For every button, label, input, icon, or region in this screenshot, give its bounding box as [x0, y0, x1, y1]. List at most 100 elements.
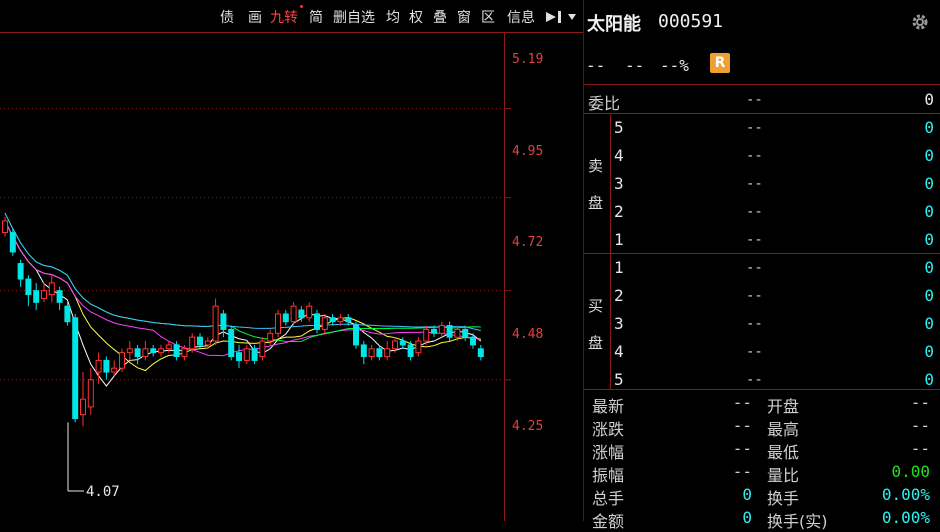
stat-label: 总手 — [592, 489, 625, 508]
toolbar-range[interactable]: 区 — [481, 7, 495, 27]
arrow-right-bar-icon[interactable] — [545, 10, 563, 24]
toolbar-average[interactable]: 均 — [386, 7, 400, 27]
low-price-marker — [67, 422, 84, 492]
kline-chart[interactable] — [0, 33, 583, 521]
candle-body — [17, 263, 24, 280]
buy-volume: 0 — [924, 342, 934, 361]
buy-volume: 0 — [924, 286, 934, 305]
candle-body — [423, 328, 430, 342]
chart-toolbar: 债 画 九转 简 删自选 均 权 叠 窗 区 信息 — [0, 0, 583, 33]
candle-body — [189, 336, 196, 350]
stat-label: 换手 — [767, 489, 800, 508]
toolbar-jiuzhuan[interactable]: 九转 — [270, 7, 298, 27]
stat-label: 涨幅 — [592, 443, 625, 462]
toolbar-remove-favorite[interactable]: 删自选 — [333, 7, 375, 27]
candle-body — [376, 348, 383, 358]
price-change-pct: --% — [660, 56, 689, 75]
sell-level: 5 — [614, 118, 624, 137]
stat-value: -- — [910, 416, 930, 435]
candle-body — [64, 305, 71, 323]
candle-body — [220, 313, 227, 330]
candle-body — [353, 325, 359, 346]
candle-body — [329, 317, 336, 323]
candle-body — [165, 344, 172, 350]
toolbar-rights[interactable]: 权 — [409, 7, 423, 27]
price-axis-label: 4.48 — [512, 327, 544, 342]
candle-body — [462, 328, 469, 338]
price-change: -- — [625, 56, 645, 75]
stat-value: -- — [732, 439, 752, 458]
candle-body — [384, 348, 391, 358]
candle-body — [181, 348, 188, 358]
buy-volume: 0 — [924, 314, 934, 333]
chevron-down-icon[interactable] — [567, 13, 577, 21]
stat-value: -- — [732, 393, 752, 412]
sell-price: -- — [746, 204, 763, 220]
candle-body — [438, 325, 445, 334]
stat-value: 0.00% — [881, 485, 930, 504]
candle-body — [2, 220, 8, 234]
quote-panel: 太阳能 000591 -- -- --% R 委比 -- 0 卖 盘 5 -- … — [584, 0, 940, 531]
candle-body — [399, 340, 406, 346]
sell-price: -- — [746, 120, 763, 136]
price-axis-label: 4.95 — [512, 144, 544, 159]
candle-body — [56, 290, 63, 303]
candle-body — [470, 336, 476, 346]
stat-value: -- — [732, 416, 752, 435]
toolbar-info[interactable]: 信息 — [507, 7, 535, 27]
candle-body — [158, 348, 164, 354]
buy-price: -- — [746, 288, 763, 304]
stat-label: 最高 — [767, 420, 800, 439]
stock-name: 太阳能 — [587, 14, 641, 35]
sell-price: -- — [746, 176, 763, 192]
stat-value: 0.00 — [891, 462, 930, 481]
candle-body — [134, 348, 141, 358]
sell-volume: 0 — [924, 202, 934, 221]
candle-body — [25, 278, 32, 296]
sell-level: 4 — [614, 146, 624, 165]
stat-label: 最新 — [592, 397, 625, 416]
toolbar-simple[interactable]: 简 — [309, 7, 323, 27]
price-axis-label: 5.19 — [512, 52, 544, 67]
price-axis-divider — [504, 33, 505, 521]
candle-body — [197, 336, 203, 346]
toolbar-bond[interactable]: 债 — [220, 7, 234, 27]
candle-body — [392, 340, 398, 350]
candle-body — [337, 317, 344, 323]
toolbar-window[interactable]: 窗 — [457, 7, 471, 27]
buy-volume: 0 — [924, 258, 934, 277]
stat-label: 振幅 — [592, 466, 625, 485]
candle-body — [298, 309, 305, 319]
candle-body — [173, 344, 180, 358]
sell-label-char: 卖 — [588, 157, 604, 175]
candle-body — [142, 348, 149, 358]
stock-code: 000591 — [658, 11, 724, 32]
candlesticks — [2, 217, 484, 427]
sell-price: -- — [746, 232, 763, 248]
r-badge[interactable]: R — [710, 53, 730, 73]
stat-label: 量比 — [767, 466, 800, 485]
candle-body — [282, 313, 289, 323]
stat-label: 换手(实) — [767, 512, 828, 531]
gear-icon[interactable] — [911, 13, 929, 31]
candle-body — [80, 398, 86, 416]
buy-price: -- — [746, 344, 763, 360]
candle-body — [415, 340, 422, 354]
buy-price: -- — [746, 260, 763, 276]
candle-body — [87, 379, 94, 408]
candle-body — [72, 317, 79, 420]
toolbar-overlay[interactable]: 叠 — [433, 7, 447, 27]
candle-body — [454, 328, 461, 338]
stat-value: 0 — [742, 485, 752, 504]
candle-body — [275, 313, 281, 334]
buy-level: 2 — [614, 286, 624, 305]
weibi-value: 0 — [924, 90, 934, 109]
sell-volume: 0 — [924, 146, 934, 165]
candle-body — [306, 305, 313, 319]
candle-body — [33, 290, 40, 303]
buy-level: 3 — [614, 314, 624, 333]
stat-label: 涨跌 — [592, 420, 625, 439]
stat-value: 0 — [742, 508, 752, 527]
toolbar-draw[interactable]: 画 — [248, 7, 262, 27]
candle-body — [9, 232, 16, 253]
